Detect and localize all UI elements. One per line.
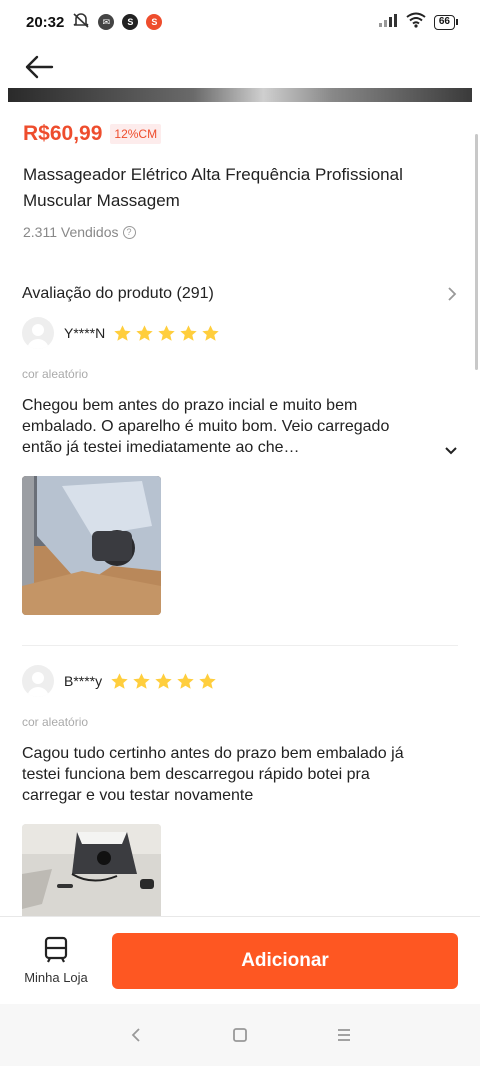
nav-menu-button[interactable] — [332, 1023, 356, 1047]
star-icon — [202, 324, 219, 341]
review-photo[interactable] — [22, 476, 161, 615]
star-icon — [136, 324, 153, 341]
sold-label: 2.311 Vendidos — [23, 224, 119, 240]
shopee-notification-icon: S — [146, 14, 163, 30]
store-icon — [44, 936, 68, 963]
star-icon — [180, 324, 197, 341]
star-icon — [114, 324, 131, 341]
status-time: 20:32 — [26, 13, 65, 31]
rating-stars — [110, 672, 217, 691]
star-icon — [133, 672, 150, 689]
review-variation: cor aleatório — [22, 367, 89, 381]
review-user: Y****N — [22, 317, 458, 349]
bottom-action-bar: Minha Loja Adicionar — [0, 916, 480, 1004]
review-text-block[interactable]: Chegou bem antes do prazo incial e muito… — [22, 395, 458, 458]
chevron-down-icon[interactable] — [444, 446, 458, 456]
star-icon — [199, 672, 216, 689]
signal-icon — [378, 13, 398, 31]
price-row: R$60,99 12%CM — [23, 122, 162, 146]
review-variation: cor aleatório — [22, 715, 89, 729]
nav-home-icon — [233, 1028, 247, 1042]
nav-back-button[interactable] — [124, 1023, 148, 1047]
rating-stars — [113, 324, 220, 343]
divider — [22, 645, 458, 646]
star-icon — [158, 324, 175, 341]
star-icon — [177, 672, 194, 689]
reviews-header[interactable]: Avaliação do produto (291) — [22, 274, 458, 314]
wifi-icon — [406, 12, 426, 32]
my-store-label: Minha Loja — [24, 970, 88, 985]
notification-icon: ✉ — [98, 14, 115, 30]
reviewer-name: B****y — [64, 673, 103, 689]
reviewer-name: Y****N — [64, 325, 106, 341]
sold-count: 2.311 Vendidos ? — [23, 224, 136, 240]
add-button[interactable]: Adicionar — [112, 932, 458, 989]
review-photo-image — [22, 824, 161, 916]
product-image-strip — [8, 88, 472, 102]
review-user: B****y — [22, 665, 458, 697]
notification-icon: S — [122, 14, 139, 30]
top-nav — [0, 44, 480, 90]
system-nav-bar — [0, 1004, 480, 1066]
review-item: B****y cor aleatório Cagou tudo certinho… — [22, 665, 458, 916]
battery-icon: 66 — [433, 14, 458, 30]
status-bar: 20:32 ✉ S S 66 — [0, 0, 480, 44]
discount-badge: 12%CM — [110, 124, 162, 144]
scrollbar[interactable] — [475, 134, 478, 370]
help-icon[interactable]: ? — [122, 225, 136, 239]
chevron-right-icon — [448, 287, 457, 301]
star-icon — [111, 672, 128, 689]
nav-menu-icon — [338, 1029, 350, 1041]
star-icon — [155, 672, 172, 689]
avatar — [22, 665, 54, 697]
review-text: Cagou tudo certinho antes do prazo bem e… — [22, 745, 404, 804]
dnd-icon — [72, 12, 90, 32]
product-price: R$60,99 — [23, 122, 103, 145]
reviews-title: Avaliação do produto (291) — [22, 285, 214, 302]
my-store-button[interactable]: Minha Loja — [22, 936, 90, 985]
review-text: Chegou bem antes do prazo incial e muito… — [22, 397, 390, 456]
review-item: Y****N cor aleatório Chegou bem antes do… — [22, 317, 458, 615]
nav-home-button[interactable] — [228, 1023, 252, 1047]
review-photo[interactable] — [22, 824, 161, 916]
avatar — [22, 317, 54, 349]
product-content[interactable]: R$60,99 12%CM Massageador Elétrico Alta … — [0, 102, 480, 916]
back-arrow-icon — [25, 55, 54, 79]
review-photo-image — [22, 476, 161, 615]
nav-back-icon — [131, 1028, 140, 1042]
product-title: Massageador Elétrico Alta Frequência Pro… — [23, 165, 403, 210]
back-button[interactable] — [22, 50, 56, 84]
